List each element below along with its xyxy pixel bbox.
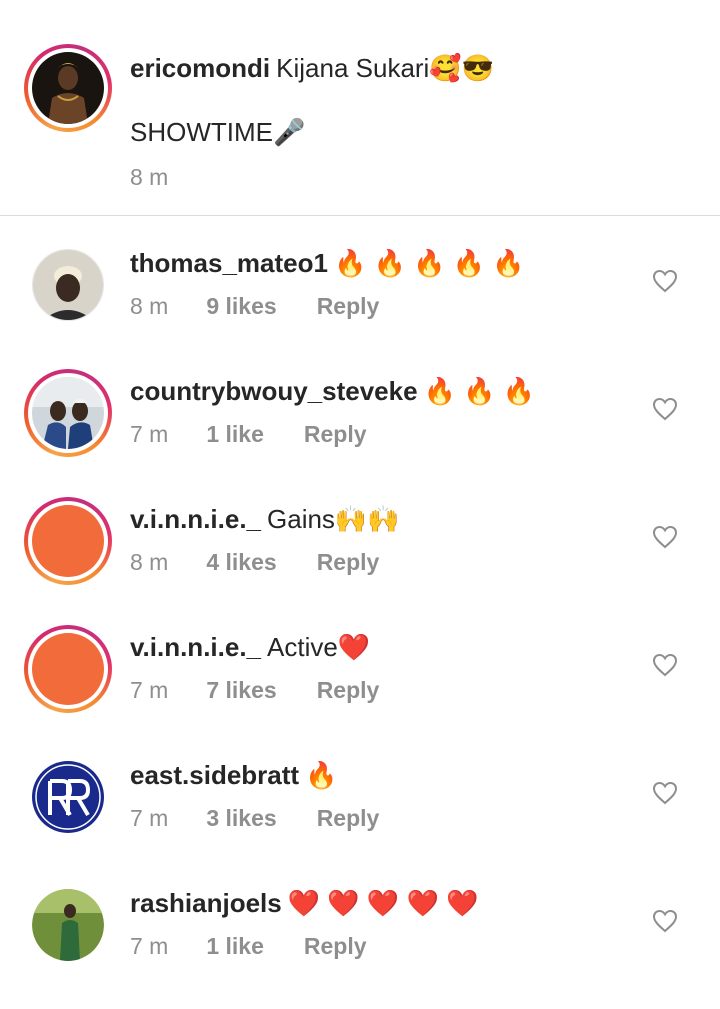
reply-button[interactable]: Reply: [317, 292, 380, 320]
avatar[interactable]: [32, 761, 104, 833]
avatar-image: [32, 52, 104, 124]
comment-username[interactable]: v.i.n.n.i.e._: [130, 504, 261, 534]
comment-text: Gains🙌🙌: [267, 504, 400, 534]
comment-text: Active❤️: [267, 632, 371, 662]
comment-text: 🔥 🔥 🔥: [423, 376, 536, 406]
heart-outline-icon[interactable]: [652, 909, 678, 933]
avatar[interactable]: [24, 44, 112, 132]
avatar-image: [32, 377, 104, 449]
heart-outline-icon[interactable]: [652, 525, 678, 549]
avatar[interactable]: [24, 497, 112, 585]
caption-time: 8 m: [130, 164, 169, 190]
reply-button[interactable]: Reply: [304, 420, 367, 448]
divider: [0, 215, 720, 216]
comment-likes[interactable]: 3 likes: [206, 804, 276, 832]
comment-likes[interactable]: 7 likes: [206, 676, 276, 704]
comment-likes[interactable]: 9 likes: [206, 292, 276, 320]
reply-button[interactable]: Reply: [317, 548, 380, 576]
comment-item: countrybwouy_steveke 🔥 🔥 🔥 7 m 1 like Reply: [0, 369, 720, 497]
reply-button[interactable]: Reply: [317, 676, 380, 704]
comment-likes[interactable]: 1 like: [206, 932, 264, 960]
avatar-image: [32, 505, 104, 577]
comment-username[interactable]: v.i.n.n.i.e._: [130, 632, 261, 662]
comment-text: 🔥: [305, 760, 338, 790]
comment-likes[interactable]: 4 likes: [206, 548, 276, 576]
comment-item: rashianjoels ❤️ ❤️ ❤️ ❤️ ❤️ 7 m 1 like Repl…: [0, 881, 720, 1009]
comment-item: v.i.n.n.i.e._ Active❤️ 7 m 7 likes Reply: [0, 625, 720, 753]
comment-time: 7 m: [130, 805, 169, 831]
caption-text: Kijana Sukari🥰😎: [276, 53, 495, 83]
caption-text-line2: SHOWTIME🎤: [130, 117, 306, 147]
heart-outline-icon[interactable]: [652, 397, 678, 421]
heart-outline-icon[interactable]: [652, 653, 678, 677]
caption-username[interactable]: ericomondi: [130, 53, 270, 83]
comment-username[interactable]: thomas_mateo1: [130, 248, 328, 278]
comment-item: east.sidebratt 🔥 7 m 3 likes Reply: [0, 753, 720, 881]
comment-time: 7 m: [130, 933, 169, 959]
comment-time: 7 m: [130, 421, 169, 447]
caption: ericomondi Kijana Sukari🥰😎 SHOWTIME🎤 8 m: [0, 0, 720, 216]
avatar[interactable]: [24, 625, 112, 713]
heart-outline-icon[interactable]: [652, 781, 678, 805]
comment-time: 8 m: [130, 549, 169, 575]
comment-username[interactable]: countrybwouy_steveke: [130, 376, 418, 406]
comment-text: ❤️ ❤️ ❤️ ❤️ ❤️: [287, 888, 479, 918]
comment-item: thomas_mateo1 🔥 🔥 🔥 🔥 🔥 8 m 9 likes Reply: [0, 241, 720, 369]
avatar[interactable]: [32, 889, 104, 961]
comment-item: v.i.n.n.i.e._ Gains🙌🙌 8 m 4 likes Reply: [0, 497, 720, 625]
comment-text: 🔥 🔥 🔥 🔥 🔥: [333, 248, 525, 278]
reply-button[interactable]: Reply: [304, 932, 367, 960]
comment-likes[interactable]: 1 like: [206, 420, 264, 448]
heart-outline-icon[interactable]: [652, 269, 678, 293]
comment-username[interactable]: east.sidebratt: [130, 760, 299, 790]
comment-time: 8 m: [130, 293, 169, 319]
avatar[interactable]: [24, 369, 112, 457]
avatar[interactable]: [32, 249, 104, 321]
reply-button[interactable]: Reply: [317, 804, 380, 832]
avatar-image: [32, 633, 104, 705]
comment-time: 7 m: [130, 677, 169, 703]
comment-username[interactable]: rashianjoels: [130, 888, 282, 918]
